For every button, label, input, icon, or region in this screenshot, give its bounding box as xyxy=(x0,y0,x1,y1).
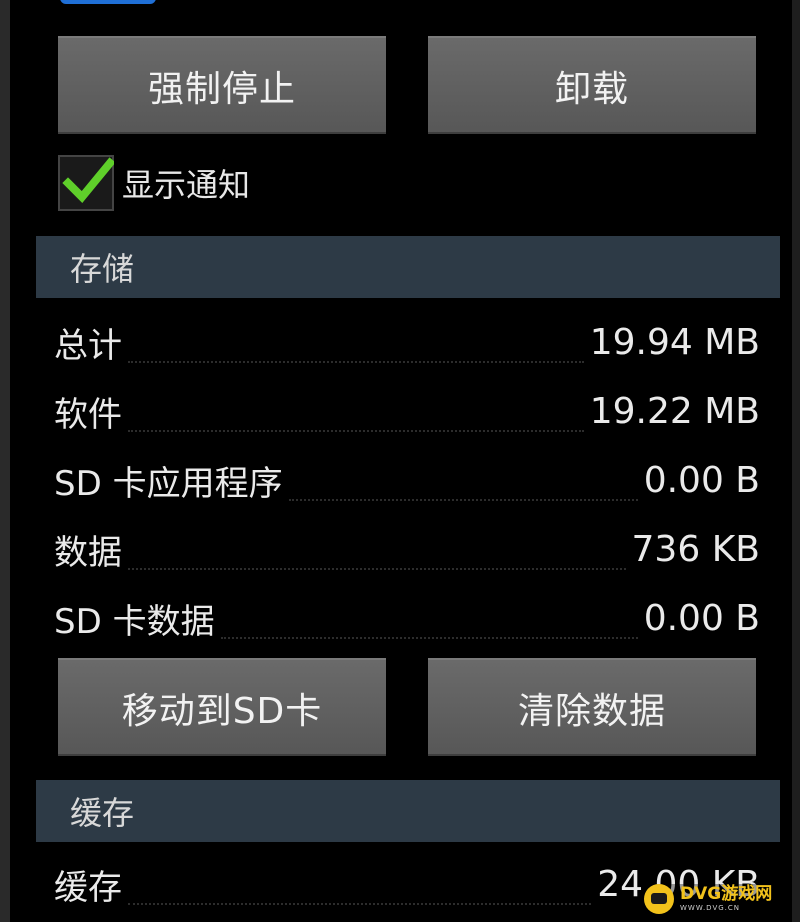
storage-row-sd-app: SD 卡应用程序 0.00 B xyxy=(54,450,760,510)
storage-row-label: 数据 xyxy=(54,532,122,573)
move-to-sd-button[interactable]: 移动到SD卡 xyxy=(58,658,386,756)
storage-row-value: 0.00 B xyxy=(643,597,760,639)
clear-data-button[interactable]: 清除数据 xyxy=(428,658,756,756)
storage-row-label: 软件 xyxy=(54,394,122,435)
uninstall-button[interactable]: 卸载 xyxy=(428,36,756,134)
storage-row-value: 19.22 MB xyxy=(589,390,760,432)
dotted-leader xyxy=(128,390,584,432)
app-info-screen: 强制停止 卸载 显示通知 存储 总计 19.94 MB 软件 19.22 MB … xyxy=(0,0,800,922)
show-notification-row[interactable]: 显示通知 xyxy=(58,154,250,212)
checkmark-icon xyxy=(62,157,114,203)
storage-row-total: 总计 19.94 MB xyxy=(54,312,760,372)
watermark-logo: DVG游戏网 WWW.DVG.CN xyxy=(644,884,792,914)
dotted-leader xyxy=(128,321,584,363)
cache-row-label: 缓存 xyxy=(54,867,122,908)
show-notification-checkbox[interactable] xyxy=(58,155,114,211)
storage-row-label: 总计 xyxy=(54,325,122,366)
left-edge xyxy=(0,0,10,922)
storage-row-sd-data: SD 卡数据 0.00 B xyxy=(54,588,760,648)
force-stop-button[interactable]: 强制停止 xyxy=(58,36,386,134)
watermark-text: DVG游戏网 WWW.DVG.CN xyxy=(680,886,772,912)
right-edge xyxy=(792,0,800,922)
storage-row-value: 736 KB xyxy=(631,528,760,570)
top-tab-indicator xyxy=(60,0,156,4)
storage-row-value: 19.94 MB xyxy=(589,321,760,363)
gamepad-icon xyxy=(644,884,674,914)
dotted-leader xyxy=(288,459,638,501)
dotted-leader xyxy=(220,597,638,639)
cache-section-header: 缓存 xyxy=(36,780,780,842)
dotted-leader xyxy=(128,863,592,905)
storage-row-label: SD 卡应用程序 xyxy=(54,463,283,504)
watermark-url-text: WWW.DVG.CN xyxy=(680,904,741,912)
storage-section-header: 存储 xyxy=(36,236,780,298)
storage-row-app: 软件 19.22 MB xyxy=(54,381,760,441)
storage-row-value: 0.00 B xyxy=(643,459,760,501)
show-notification-label: 显示通知 xyxy=(122,166,251,204)
storage-row-label: SD 卡数据 xyxy=(54,601,215,642)
storage-row-data: 数据 736 KB xyxy=(54,519,760,579)
dotted-leader xyxy=(128,528,626,570)
watermark-main-text: DVG游戏网 xyxy=(680,884,773,904)
